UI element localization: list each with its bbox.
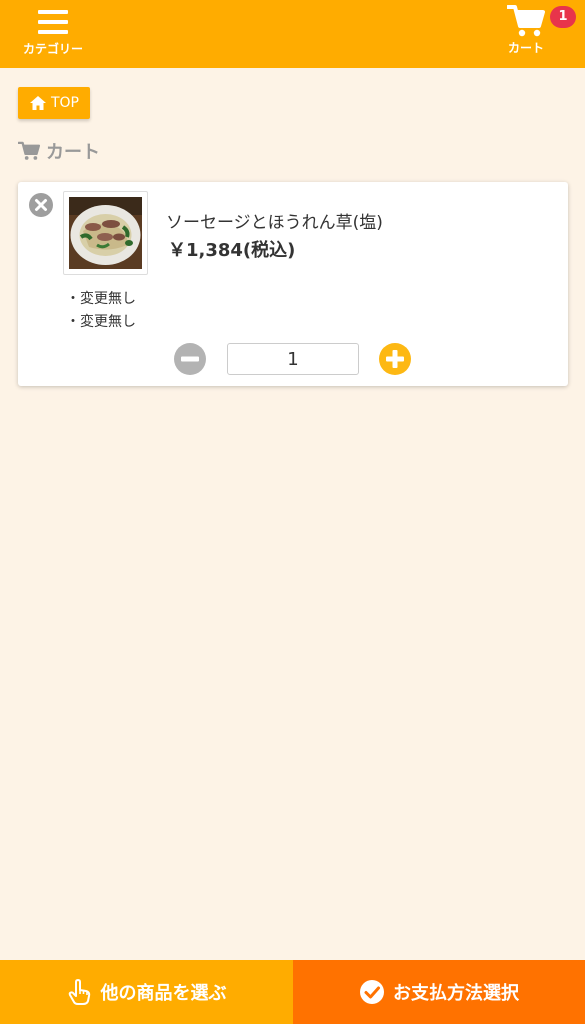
- increase-quantity-icon[interactable]: [378, 342, 412, 376]
- top-button-label: TOP: [50, 95, 79, 111]
- home-icon: [29, 96, 46, 110]
- page-title-text: カート: [46, 142, 100, 163]
- hamburger-menu-icon: [38, 10, 68, 34]
- cart-title-icon: [18, 141, 40, 160]
- remove-item-icon[interactable]: [28, 192, 54, 218]
- cart-button[interactable]: カート: [498, 4, 554, 64]
- top-button[interactable]: TOP: [18, 87, 90, 119]
- product-price: ￥1,384(税込): [168, 240, 296, 261]
- checkout-label: お支払方法選択: [393, 983, 519, 1004]
- footer-bar: 他の商品を選ぶ お支払方法選択: [0, 960, 585, 1024]
- quantity-input[interactable]: [227, 343, 359, 375]
- product-image: [63, 191, 148, 275]
- shopping-cart-icon: [507, 5, 545, 37]
- decrease-quantity-icon[interactable]: [173, 342, 207, 376]
- product-option: ・変更無し: [66, 291, 136, 307]
- cart-label: カート: [507, 41, 544, 55]
- product-photo: [69, 197, 142, 269]
- category-menu-label: カテゴリー: [22, 42, 83, 56]
- pointing-hand-icon: [68, 979, 90, 1005]
- page-title: カート: [18, 138, 100, 164]
- header-bar: カテゴリー カート 1: [0, 0, 585, 68]
- continue-shopping-button[interactable]: 他の商品を選ぶ: [0, 960, 293, 1024]
- cart-count-badge: 1: [550, 6, 576, 28]
- category-menu-button[interactable]: カテゴリー: [14, 8, 92, 64]
- product-option: ・変更無し: [66, 314, 136, 330]
- cart-item-card: ソーセージとほうれん草(塩) ￥1,384(税込) ・変更無し ・変更無し: [18, 182, 568, 386]
- check-circle-icon: [360, 980, 384, 1004]
- continue-shopping-label: 他の商品を選ぶ: [100, 983, 227, 1004]
- checkout-button[interactable]: お支払方法選択: [293, 960, 585, 1024]
- product-name: ソーセージとほうれん草(塩): [166, 213, 383, 233]
